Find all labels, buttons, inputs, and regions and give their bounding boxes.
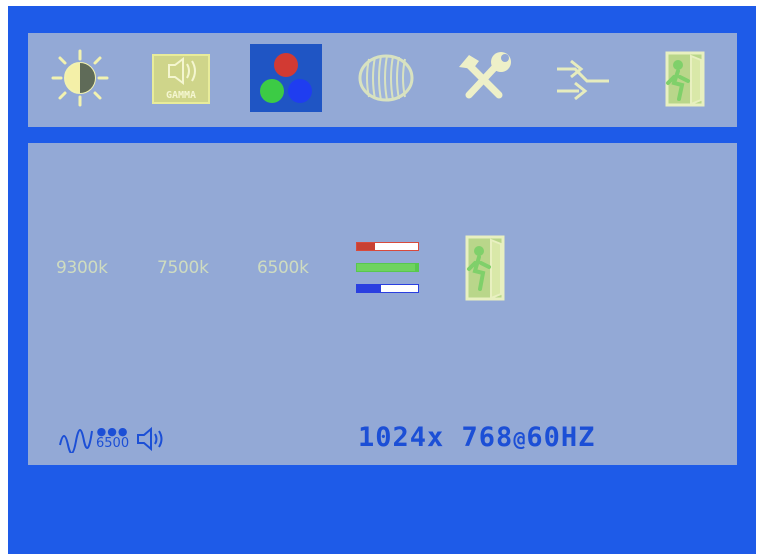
resolution-main: 1024x 768: [358, 422, 514, 453]
resolution-at: @: [513, 427, 527, 451]
color-temp-9300k[interactable]: 9300k: [56, 258, 108, 278]
blue-level-bar[interactable]: [356, 284, 419, 293]
brightness-contrast-icon[interactable]: [44, 44, 116, 112]
preset-indicator: ●●● 6500: [96, 425, 130, 451]
red-level-bar[interactable]: [356, 242, 419, 251]
osd-content-panel: 9300k 7500k 6500k ●●● 6500 1024x 768@60H…: [28, 143, 737, 465]
signal-wave-icon: [59, 429, 93, 453]
user-exit-icon[interactable]: [461, 233, 509, 307]
color-temp-6500k[interactable]: 6500k: [257, 258, 309, 278]
input-select-icon[interactable]: [546, 44, 618, 112]
preset-value: 6500: [96, 436, 130, 451]
color-temp-7500k[interactable]: 7500k: [157, 258, 209, 278]
osd-menu-bar: GAMMA: [28, 33, 737, 127]
refresh-rate: 60HZ: [526, 422, 596, 453]
preset-dots: ●●●: [96, 425, 129, 438]
status-bar: ●●● 6500: [58, 425, 167, 453]
exit-icon[interactable]: [648, 44, 720, 112]
gamma-label: GAMMA: [166, 90, 196, 101]
gamma-icon[interactable]: GAMMA: [144, 44, 216, 112]
resolution-readout: 1024x 768@60HZ: [358, 422, 595, 453]
color-icon[interactable]: [250, 44, 322, 112]
image-icon[interactable]: [350, 44, 422, 112]
green-level-bar[interactable]: [356, 263, 419, 272]
tools-icon[interactable]: [448, 44, 520, 112]
speaker-icon: [137, 426, 163, 452]
